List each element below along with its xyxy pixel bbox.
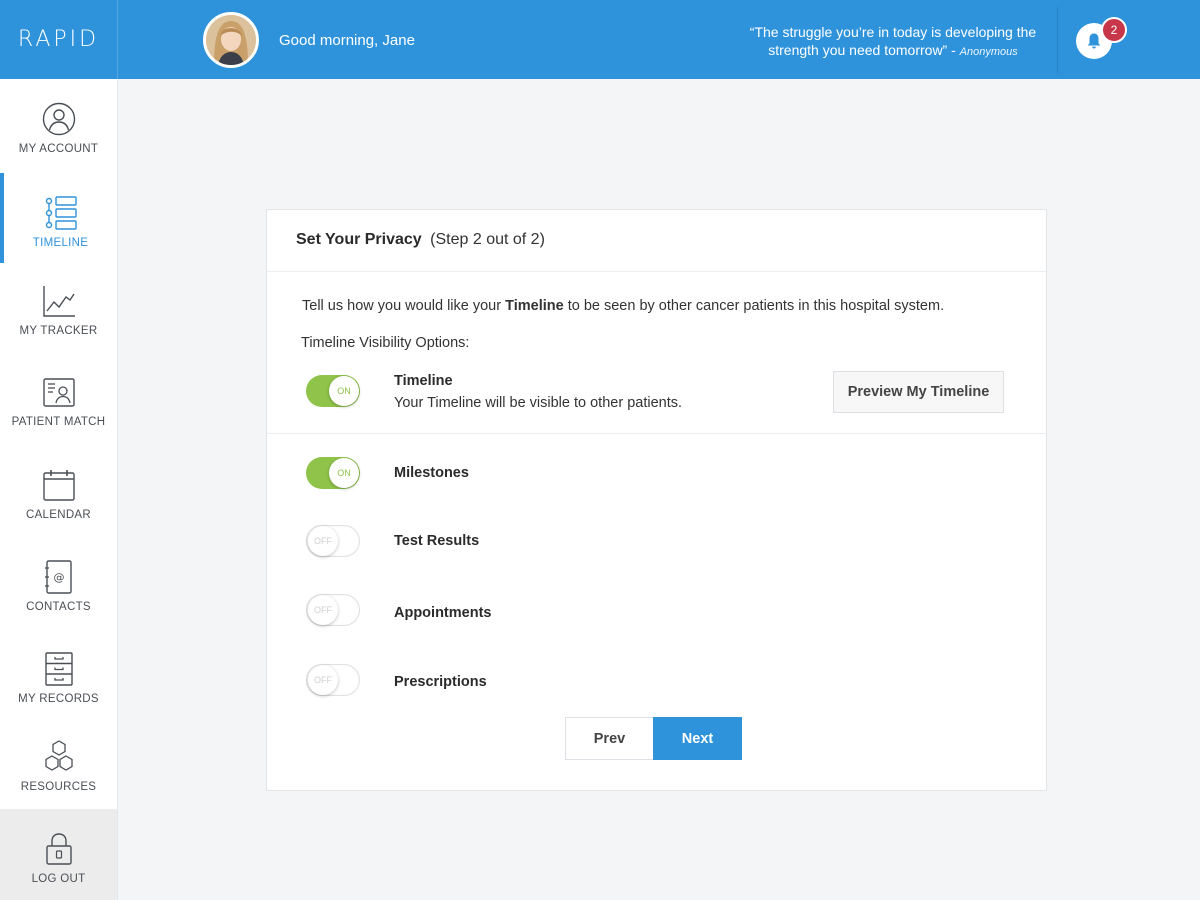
sidebar: MY ACCOUNT TIMELINE MY TRACKER PATIENT M… bbox=[0, 79, 118, 900]
toggle-knob: ON bbox=[329, 376, 359, 406]
sidebar-item-label: MY RECORDS bbox=[18, 693, 99, 705]
notification-badge[interactable]: 2 bbox=[1101, 17, 1127, 43]
header-divider bbox=[1057, 7, 1058, 73]
sidebar-item-calendar[interactable]: CALENDAR bbox=[0, 445, 117, 535]
timeline-icon bbox=[45, 196, 77, 230]
test-results-toggle[interactable]: OFF bbox=[306, 525, 360, 557]
avatar[interactable] bbox=[203, 12, 259, 68]
sidebar-item-label: MY TRACKER bbox=[19, 325, 98, 337]
toggle-knob: OFF bbox=[308, 526, 338, 556]
quote: “The struggle you’re in today is develop… bbox=[748, 23, 1038, 61]
calendar-icon bbox=[42, 470, 75, 501]
intro-text: Tell us how you would like your Timeline… bbox=[302, 298, 944, 314]
user-circle-icon bbox=[42, 102, 75, 136]
sidebar-item-timeline[interactable]: TIMELINE bbox=[0, 173, 117, 263]
intro-text-end: to be seen by other cancer patients in t… bbox=[563, 298, 945, 314]
option-title-appointments: Appointments bbox=[394, 605, 492, 621]
timeline-toggle[interactable]: ON bbox=[306, 375, 360, 407]
prescriptions-toggle[interactable]: OFF bbox=[306, 664, 360, 696]
lock-icon bbox=[45, 833, 72, 865]
card-title: Set Your Privacy bbox=[296, 231, 422, 248]
sidebar-item-label: LOG OUT bbox=[31, 873, 86, 885]
sidebar-item-resources[interactable]: RESOURCES bbox=[0, 717, 117, 807]
top-bar: RAPID Good morning, Jane “The struggle y… bbox=[0, 0, 1200, 79]
avatar-image bbox=[206, 15, 256, 65]
sidebar-item-label: TIMELINE bbox=[32, 237, 89, 249]
option-title-prescriptions: Prescriptions bbox=[394, 674, 487, 690]
sidebar-item-label: PATIENT MATCH bbox=[11, 416, 106, 428]
sidebar-item-label: CONTACTS bbox=[26, 601, 91, 613]
app-logo[interactable]: RAPID bbox=[0, 0, 118, 79]
line-chart-icon bbox=[42, 286, 75, 317]
toggle-knob: OFF bbox=[308, 665, 338, 695]
quote-author: Anonymous bbox=[959, 46, 1018, 58]
milestones-toggle[interactable]: ON bbox=[306, 457, 360, 489]
privacy-card: Set Your Privacy (Step 2 out of 2) Tell … bbox=[266, 209, 1047, 791]
sidebar-item-label: RESOURCES bbox=[20, 781, 97, 793]
id-card-icon bbox=[42, 378, 75, 407]
sidebar-item-label: CALENDAR bbox=[25, 509, 92, 521]
next-button[interactable]: Next bbox=[653, 717, 742, 760]
option-title-milestones: Milestones bbox=[394, 465, 469, 481]
section-divider bbox=[267, 433, 1046, 434]
sidebar-item-contacts[interactable]: @ CONTACTS bbox=[0, 537, 117, 627]
file-cabinet-icon bbox=[44, 652, 73, 686]
intro-text-start: Tell us how you would like your bbox=[302, 298, 506, 314]
toggle-knob: ON bbox=[329, 458, 359, 488]
option-title-test-results: Test Results bbox=[394, 533, 480, 549]
card-header: Set Your Privacy (Step 2 out of 2) bbox=[267, 210, 1046, 272]
sidebar-item-label: MY ACCOUNT bbox=[18, 143, 99, 155]
step-indicator: (Step 2 out of 2) bbox=[430, 231, 545, 248]
sidebar-item-my-account[interactable]: MY ACCOUNT bbox=[0, 79, 117, 169]
prev-button[interactable]: Prev bbox=[565, 717, 654, 760]
appointments-toggle[interactable]: OFF bbox=[306, 594, 360, 626]
address-book-icon: @ bbox=[44, 560, 72, 594]
intro-text-bold: Timeline bbox=[505, 298, 564, 314]
option-title-timeline: Timeline bbox=[394, 373, 453, 389]
option-description-timeline: Your Timeline will be visible to other p… bbox=[394, 395, 683, 411]
visibility-options-label: Timeline Visibility Options: bbox=[301, 335, 470, 351]
sidebar-item-my-tracker[interactable]: MY TRACKER bbox=[0, 261, 117, 351]
hexagons-icon bbox=[44, 740, 73, 771]
greeting-text: Good morning, Jane bbox=[279, 32, 415, 49]
bell-icon bbox=[1087, 33, 1101, 49]
sidebar-item-log-out[interactable]: LOG OUT bbox=[0, 809, 117, 900]
preview-timeline-button[interactable]: Preview My Timeline bbox=[833, 371, 1004, 413]
sidebar-item-my-records[interactable]: MY RECORDS bbox=[0, 629, 117, 719]
toggle-knob: OFF bbox=[308, 595, 338, 625]
sidebar-item-patient-match[interactable]: PATIENT MATCH bbox=[0, 352, 117, 442]
svg-text:@: @ bbox=[53, 571, 64, 584]
